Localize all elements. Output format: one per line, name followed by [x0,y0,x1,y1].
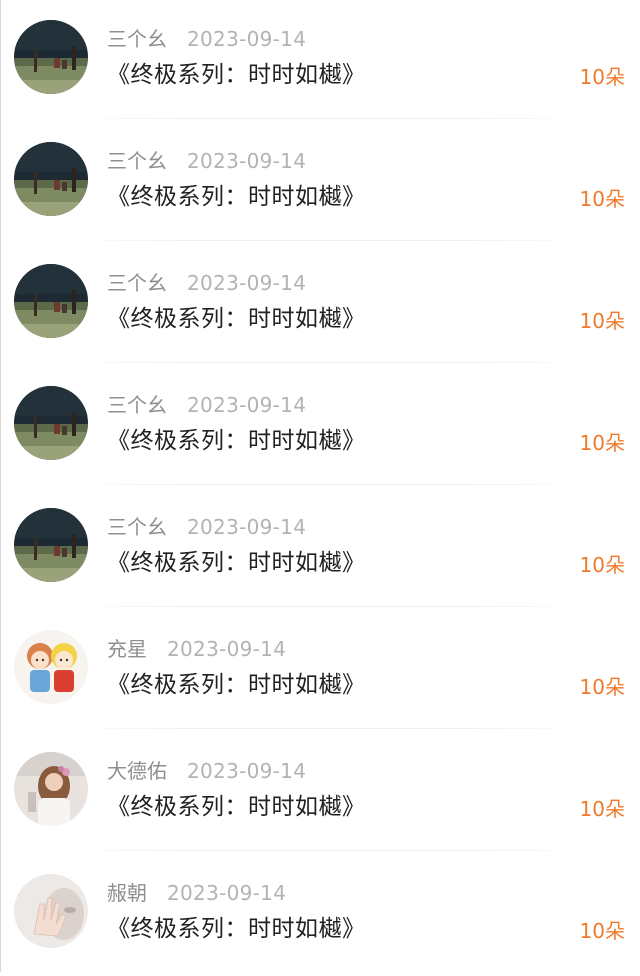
list-item[interactable]: 三个幺 2023-09-14 《终极系列：时时如樾》 10朵 [1,488,640,610]
username[interactable]: 大德佑 [107,759,167,783]
comment-meta: 三个幺 2023-09-14 [107,149,306,173]
avatar[interactable] [14,630,88,704]
list-item[interactable]: 充星 2023-09-14 《终极系列：时时如樾》 10朵 [1,610,640,732]
book-title[interactable]: 《终极系列：时时如樾》 [107,670,366,700]
divider [101,362,553,363]
avatar[interactable] [14,508,88,582]
cartoon-kids-avatar-icon [14,630,88,704]
book-title[interactable]: 《终极系列：时时如樾》 [107,548,366,578]
username[interactable]: 三个幺 [107,515,167,539]
avatar[interactable] [14,386,88,460]
flower-count: 10朵 [579,309,625,333]
comment-meta: 三个幺 2023-09-14 [107,393,306,417]
list-item[interactable]: 赧朝 2023-09-14 《终极系列：时时如樾》 10朵 [1,854,640,976]
girl-flower-avatar-icon [14,752,88,826]
flower-count: 10朵 [579,65,625,89]
username[interactable]: 三个幺 [107,27,167,51]
flower-count: 10朵 [579,431,625,455]
flower-count: 10朵 [579,675,625,699]
divider [101,850,553,851]
avatar[interactable] [14,264,88,338]
book-title[interactable]: 《终极系列：时时如樾》 [107,304,366,334]
comment-date: 2023-09-14 [187,759,307,783]
comment-date: 2023-09-14 [187,393,307,417]
flower-count: 10朵 [579,919,625,943]
book-title[interactable]: 《终极系列：时时如樾》 [107,182,366,212]
avatar[interactable] [14,20,88,94]
book-title[interactable]: 《终极系列：时时如樾》 [107,426,366,456]
avatar[interactable] [14,752,88,826]
book-title[interactable]: 《终极系列：时时如樾》 [107,60,366,90]
comment-date: 2023-09-14 [167,637,287,661]
avatar[interactable] [14,874,88,948]
comment-meta: 大德佑 2023-09-14 [107,759,306,783]
comment-date: 2023-09-14 [187,149,307,173]
comment-meta: 赧朝 2023-09-14 [107,881,286,905]
username[interactable]: 三个幺 [107,271,167,295]
comment-meta: 三个幺 2023-09-14 [107,27,306,51]
comment-date: 2023-09-14 [187,515,307,539]
comment-meta: 充星 2023-09-14 [107,637,286,661]
field-photo-avatar-icon [14,508,88,582]
flower-count: 10朵 [579,187,625,211]
username[interactable]: 三个幺 [107,149,167,173]
list-item[interactable]: 三个幺 2023-09-14 《终极系列：时时如樾》 10朵 [1,244,640,366]
gift-record-list: 三个幺 2023-09-14 《终极系列：时时如樾》 10朵 三个幺 2023-09… [0,0,640,972]
flower-count: 10朵 [579,553,625,577]
list-item[interactable]: 三个幺 2023-09-14 《终极系列：时时如樾》 10朵 [1,366,640,488]
field-photo-avatar-icon [14,264,88,338]
divider [101,240,553,241]
comment-date: 2023-09-14 [187,271,307,295]
flower-count: 10朵 [579,797,625,821]
divider [101,606,553,607]
comment-date: 2023-09-14 [187,27,307,51]
book-title[interactable]: 《终极系列：时时如樾》 [107,914,366,944]
list-item[interactable]: 三个幺 2023-09-14 《终极系列：时时如樾》 10朵 [1,122,640,244]
book-title[interactable]: 《终极系列：时时如樾》 [107,792,366,822]
field-photo-avatar-icon [14,20,88,94]
divider [101,118,553,119]
username[interactable]: 赧朝 [107,881,147,905]
comment-meta: 三个幺 2023-09-14 [107,515,306,539]
divider [101,728,553,729]
comment-date: 2023-09-14 [167,881,287,905]
field-photo-avatar-icon [14,386,88,460]
divider [101,484,553,485]
list-item[interactable]: 大德佑 2023-09-14 《终极系列：时时如樾》 10朵 [1,732,640,854]
avatar[interactable] [14,142,88,216]
comment-meta: 三个幺 2023-09-14 [107,271,306,295]
username[interactable]: 充星 [107,637,147,661]
field-photo-avatar-icon [14,142,88,216]
username[interactable]: 三个幺 [107,393,167,417]
list-item[interactable]: 三个幺 2023-09-14 《终极系列：时时如樾》 10朵 [1,0,640,122]
hand-photo-avatar-icon [14,874,88,948]
